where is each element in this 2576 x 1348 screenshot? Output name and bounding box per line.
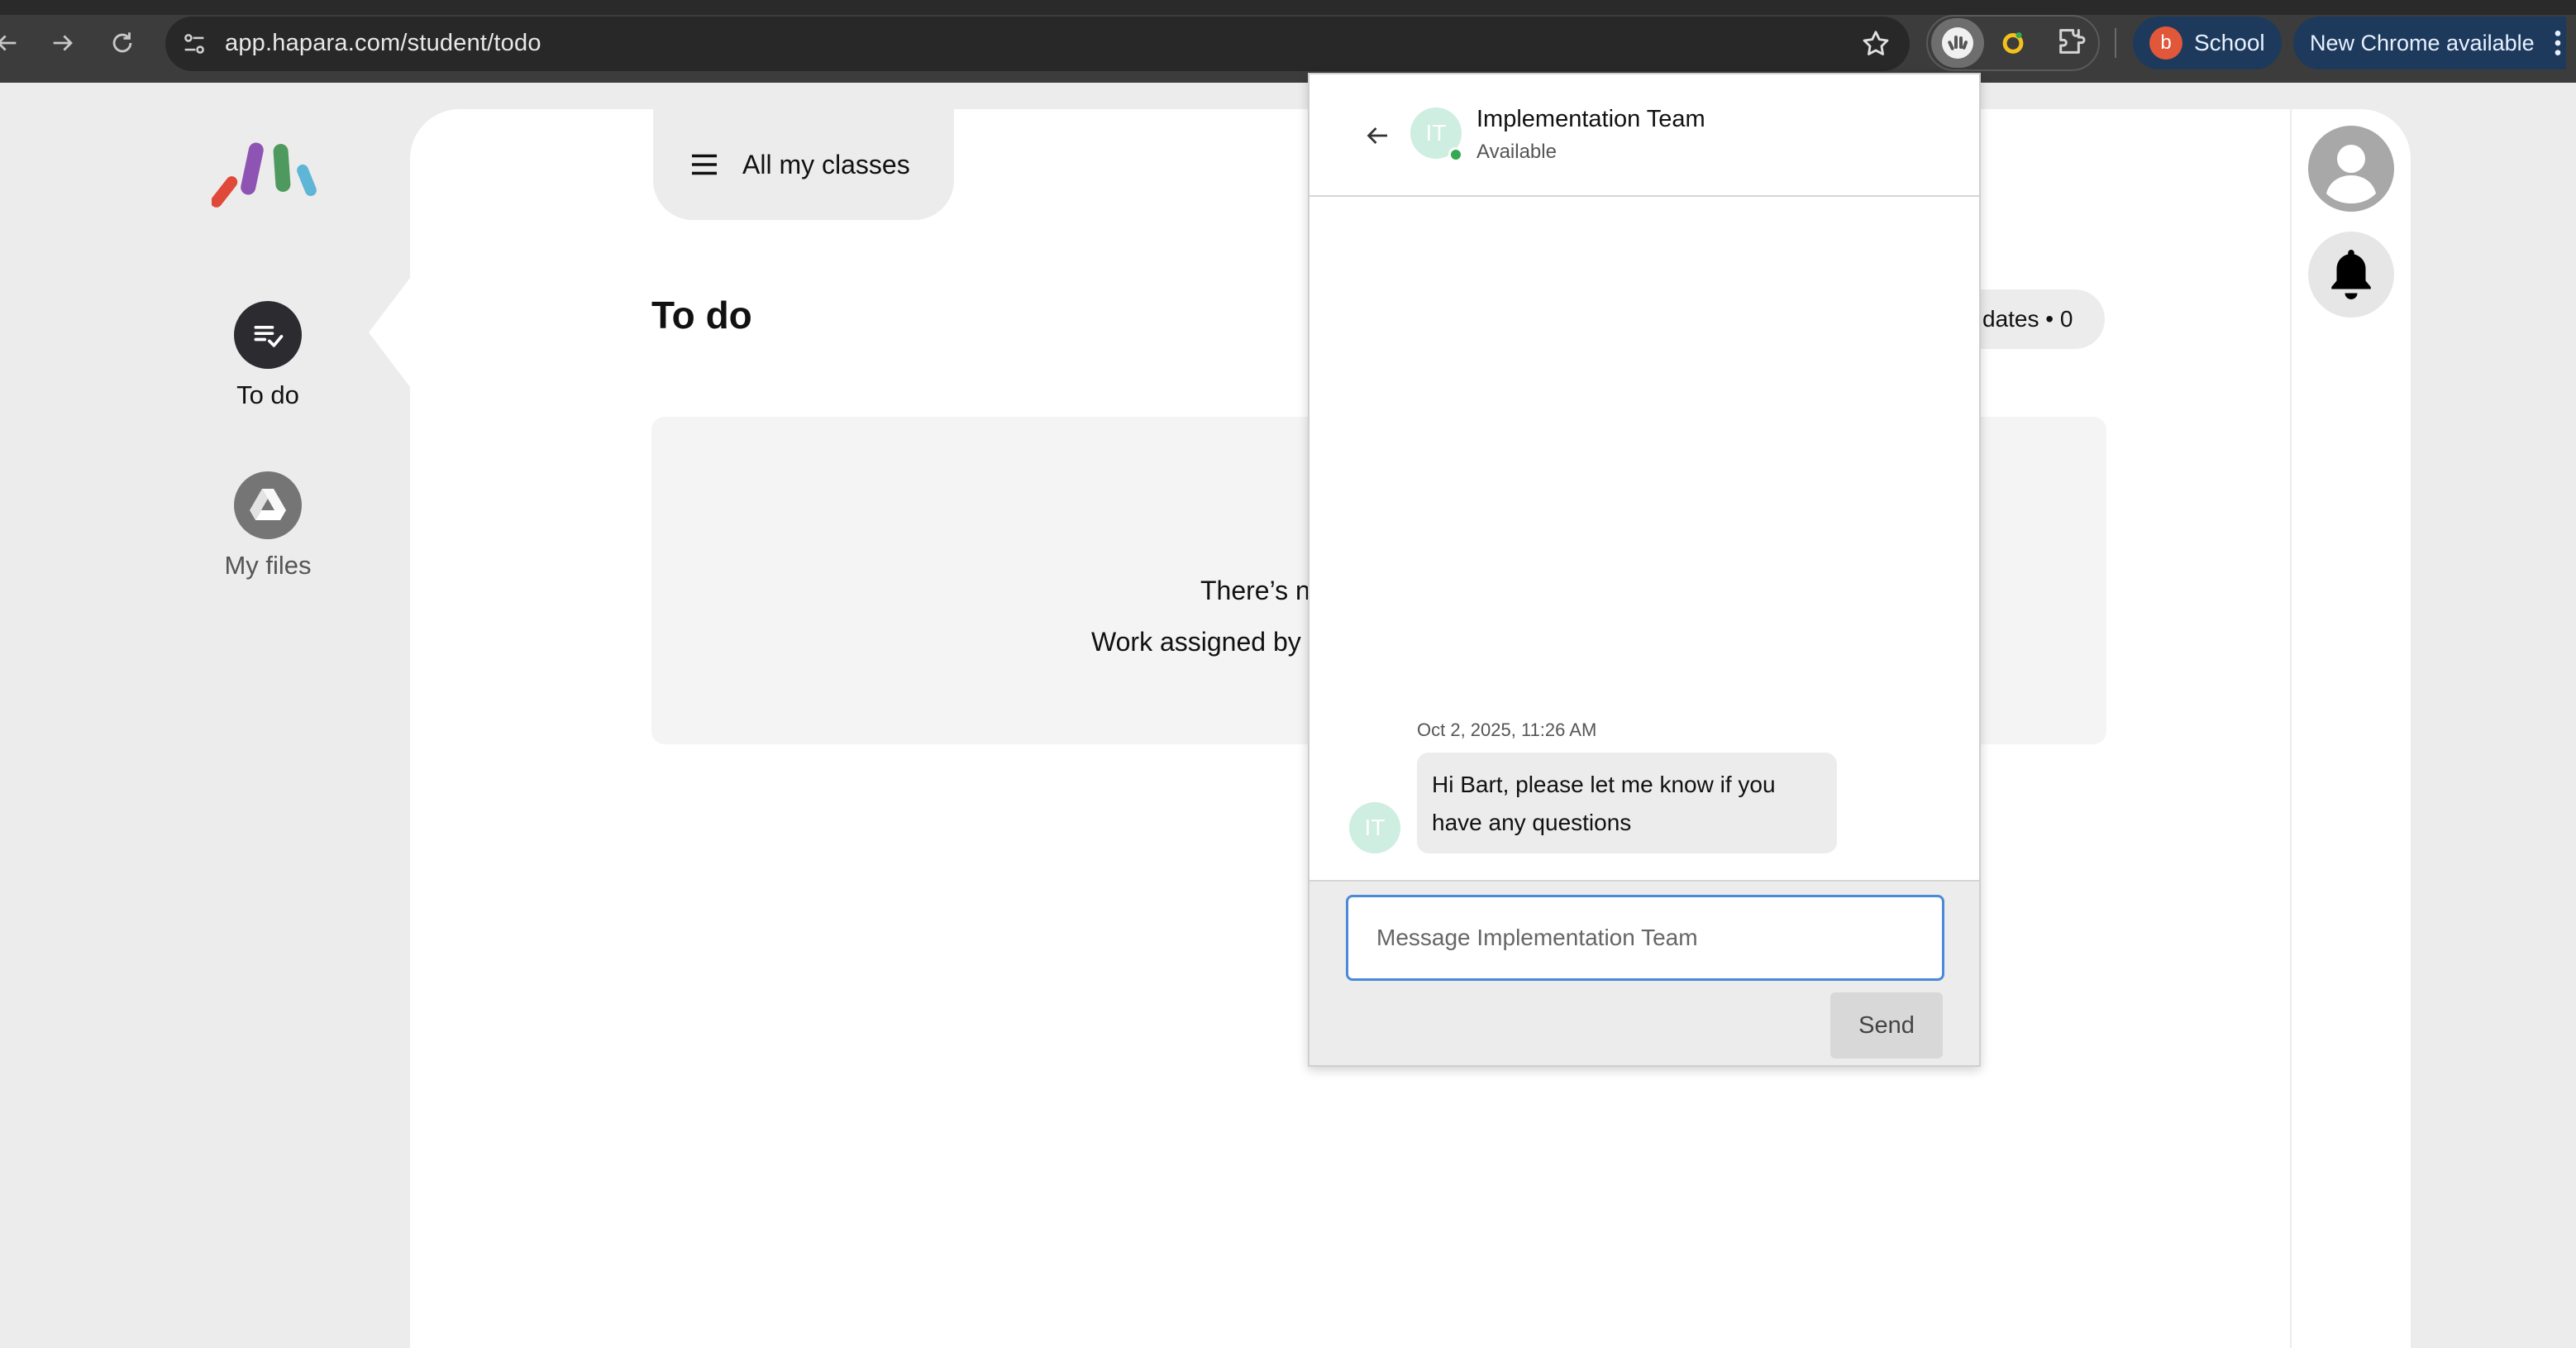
puzzle-icon[interactable] [2055,25,2088,58]
sidebar-item-label: To do [236,380,299,409]
profile-avatar: b [2149,26,2182,60]
chrome-update-button[interactable]: New Chrome available [2293,17,2566,69]
address-bar[interactable]: app.hapara.com/student/todo [165,17,1910,71]
sidebar-item-todo[interactable]: To do [185,301,351,410]
url-text[interactable]: app.hapara.com/student/todo [225,30,541,57]
forward-arrow-icon[interactable] [45,25,81,61]
tune-icon[interactable] [180,30,208,58]
sidebar-item-my-files[interactable]: My files [185,471,351,581]
active-indicator-notch [369,278,410,387]
hamburger-menu-icon [692,154,717,175]
updates-filter-button[interactable]: dates • 0 [1976,289,2105,349]
message-input[interactable] [1346,895,1944,981]
contact-name: Implementation Team [1476,106,1705,132]
message-bubble: Hi Bart, please let me know if you have … [1417,753,1837,853]
all-classes-button[interactable]: All my classes [653,109,954,220]
bell-icon[interactable] [2308,232,2394,318]
more-vertical-icon[interactable] [2550,26,2566,60]
update-label: New Chrome available [2310,30,2535,55]
profile-button[interactable]: b School [2133,17,2282,69]
hapara-logo[interactable] [212,139,327,215]
send-button[interactable]: Send [1830,992,1943,1059]
presence-indicator [1448,147,1463,162]
profile-label: School [2194,30,2265,55]
classes-label: All my classes [742,149,910,179]
todo-list-check-icon [234,301,302,369]
updates-label: dates • 0 [1982,306,2073,332]
star-icon[interactable] [1860,28,1891,60]
user-avatar-icon[interactable] [2308,126,2394,212]
ring-extension-icon[interactable] [1999,28,2027,56]
tab-strip [0,0,2576,15]
empty-state-subtitle: Work assigned by y [1091,627,1322,657]
contact-status: Available [1476,141,1557,163]
back-arrow-icon[interactable] [1362,121,1392,151]
browser-toolbar: app.hapara.com/student/todo b School New… [0,0,2576,83]
chat-popup: IT Implementation Team Available Oct 2, … [1308,73,1981,1067]
hapara-extension-icon[interactable] [1931,18,1984,68]
message-sender-avatar: IT [1349,802,1400,853]
sidebar-item-label: My files [224,551,312,580]
chat-composer: Send [1309,880,1979,1065]
back-arrow-icon[interactable] [0,25,25,61]
page-title: To do [651,294,752,337]
google-drive-icon [234,471,302,539]
message-timestamp: Oct 2, 2025, 11:26 AM [1417,719,1597,740]
toolbar-separator [2115,28,2116,58]
chat-header-divider [1309,195,1979,197]
reload-icon[interactable] [104,25,141,61]
empty-state-title: There’s n [1200,576,1310,605]
